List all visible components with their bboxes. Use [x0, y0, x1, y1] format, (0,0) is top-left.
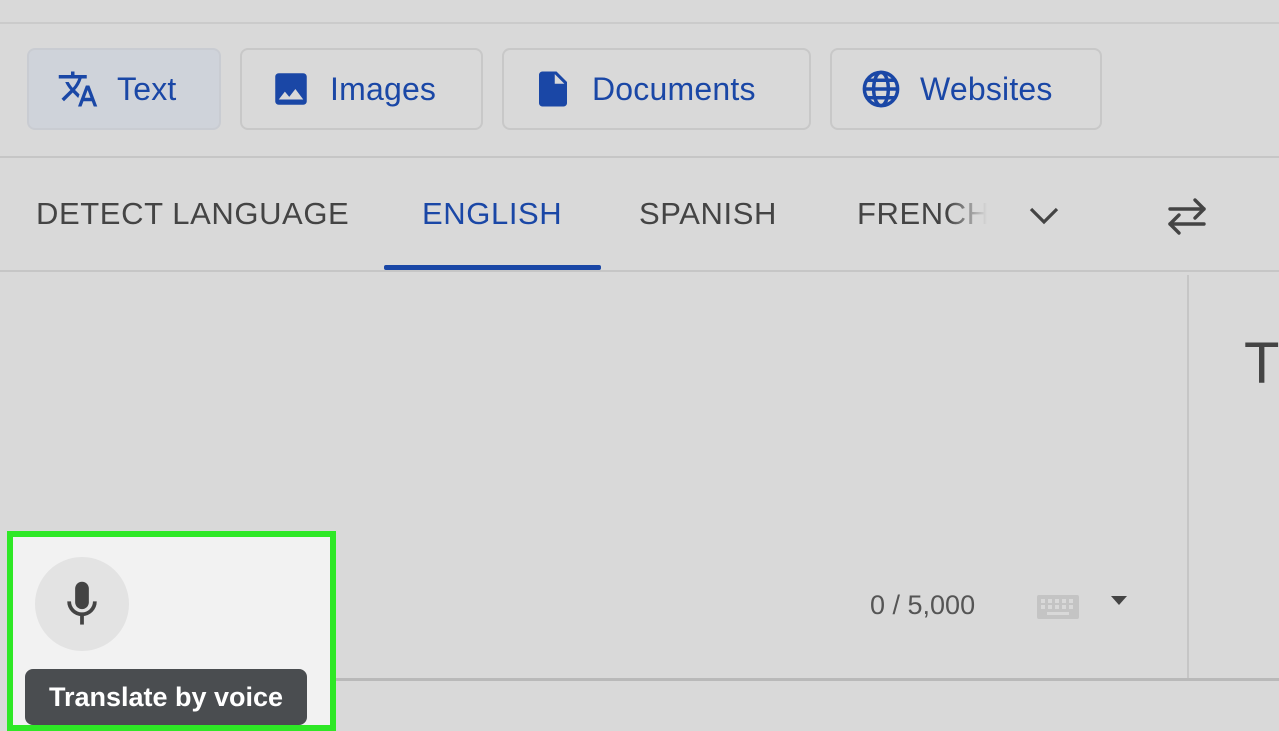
swap-languages-icon[interactable]: [1160, 193, 1214, 239]
target-text-partial: T: [1244, 331, 1279, 396]
source-panel-bottom-border: [336, 678, 1279, 681]
globe-icon: [862, 70, 900, 108]
mode-websites-label: Websites: [920, 70, 1053, 107]
voice-tooltip: Translate by voice: [25, 669, 307, 725]
language-divider: [0, 270, 1279, 272]
panel-divider: [1187, 275, 1189, 680]
tab-detect-language[interactable]: DETECT LANGUAGE: [36, 196, 349, 232]
mode-text-button[interactable]: Text: [27, 48, 221, 130]
mode-websites-button[interactable]: Websites: [830, 48, 1102, 130]
microphone-button[interactable]: [35, 557, 129, 651]
mode-images-label: Images: [330, 70, 437, 107]
keyboard-icon[interactable]: [1036, 594, 1080, 620]
mode-documents-button[interactable]: Documents: [502, 48, 811, 130]
document-icon: [539, 71, 567, 107]
chevron-down-icon[interactable]: [1024, 198, 1064, 234]
tab-english[interactable]: ENGLISH: [422, 196, 562, 232]
caret-down-icon[interactable]: [1109, 595, 1129, 607]
top-divider: [0, 22, 1279, 24]
mode-text-label: Text: [117, 70, 177, 107]
character-counter: 0 / 5,000: [870, 590, 976, 620]
image-icon: [275, 73, 307, 105]
tab-french[interactable]: FRENCH: [857, 196, 987, 232]
mode-images-button[interactable]: Images: [240, 48, 483, 130]
tab-spanish[interactable]: SPANISH: [639, 196, 777, 232]
microphone-icon: [67, 581, 97, 625]
mode-divider: [0, 156, 1279, 158]
translate-icon: [58, 71, 98, 107]
mode-documents-label: Documents: [592, 70, 756, 107]
